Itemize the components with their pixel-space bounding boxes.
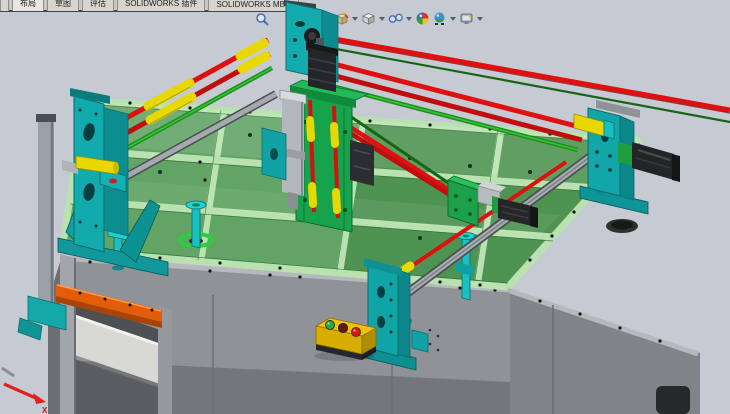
pendant-green-button[interactable] bbox=[326, 321, 335, 330]
right-gantry-tower[interactable] bbox=[574, 100, 680, 214]
support-post[interactable] bbox=[18, 114, 66, 340]
triad-x-label: X bbox=[42, 406, 48, 414]
solidworks-window: 布局 草图 评估 SOLIDWORKS 插件 SOLIDWORKS MBD A bbox=[0, 0, 730, 414]
graphics-viewport[interactable]: X bbox=[0, 0, 730, 414]
leveling-foot bbox=[656, 386, 690, 414]
pendant-red-button[interactable] bbox=[352, 328, 361, 337]
gantry-beam-upper[interactable] bbox=[318, 36, 730, 122]
pendant-dark-button[interactable] bbox=[339, 324, 348, 333]
orientation-triad: X bbox=[2, 368, 48, 414]
